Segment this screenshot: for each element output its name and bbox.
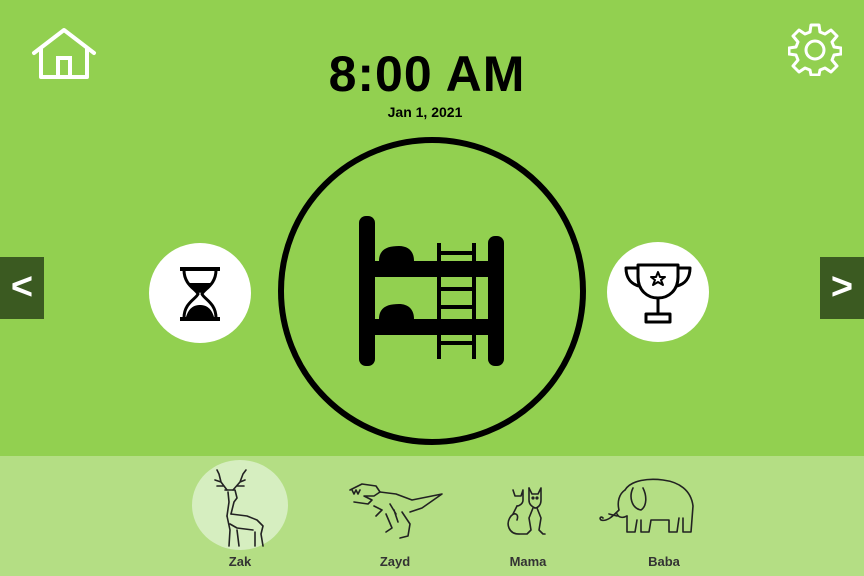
clock-date: Jan 1, 2021 — [387, 104, 463, 120]
routine-button[interactable] — [278, 137, 586, 445]
home-button[interactable] — [30, 26, 98, 84]
dinosaur-icon — [349, 483, 443, 539]
profile-name: Mama — [509, 554, 547, 569]
elephant-icon — [599, 478, 694, 533]
timer-button[interactable] — [149, 243, 251, 343]
profile-zak[interactable]: Zak — [175, 460, 305, 572]
gear-icon — [787, 23, 843, 77]
deer-icon — [214, 469, 264, 547]
profile-name: Zayd — [379, 554, 411, 569]
trophy-icon — [624, 263, 692, 324]
previous-button[interactable]: < — [0, 257, 44, 319]
profile-zayd[interactable]: Zayd — [330, 460, 460, 572]
clock-time: 8:00 AM — [328, 46, 526, 102]
rewards-button[interactable] — [607, 242, 709, 342]
bunk-bed-icon — [359, 216, 504, 366]
cat-icon — [507, 487, 546, 535]
profile-name: Zak — [228, 554, 252, 569]
profile-baba[interactable]: Baba — [599, 460, 729, 572]
settings-button[interactable] — [787, 22, 843, 77]
profile-mama[interactable]: Mama — [463, 460, 593, 572]
next-button[interactable]: > — [820, 257, 864, 319]
hourglass-icon — [180, 267, 220, 321]
home-icon — [32, 28, 96, 79]
profile-name: Baba — [648, 554, 680, 569]
